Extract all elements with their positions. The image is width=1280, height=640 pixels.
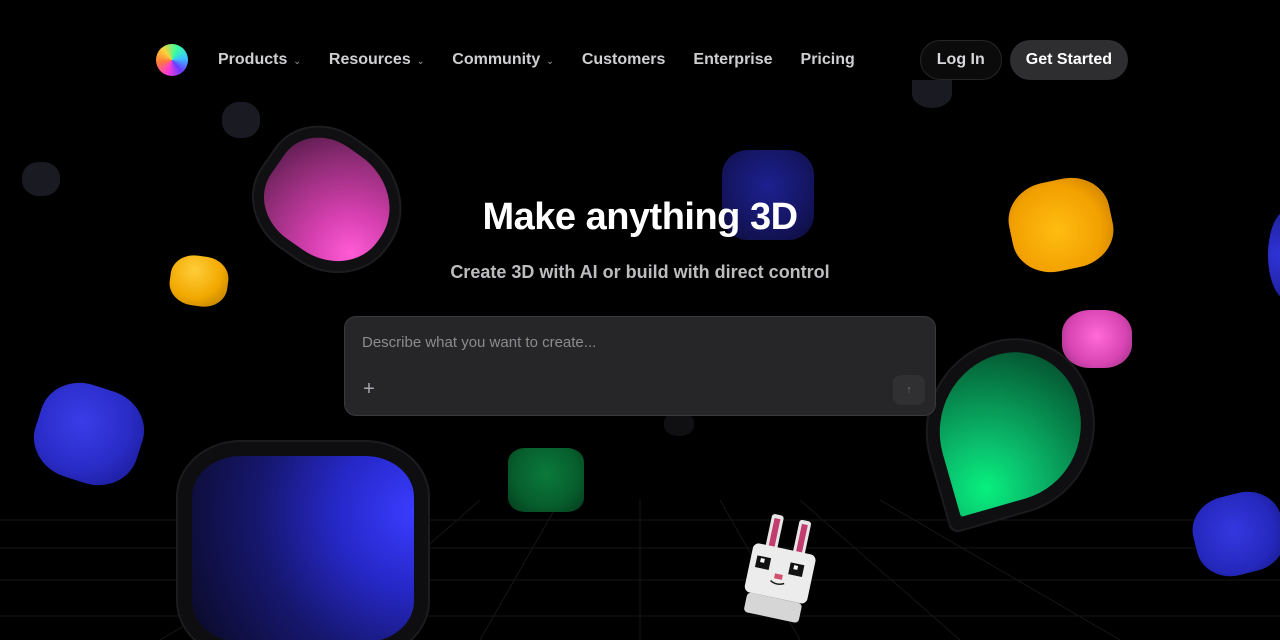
nav-item-label: Community bbox=[452, 51, 541, 68]
blue-cube-shape bbox=[192, 456, 414, 640]
bunny-character bbox=[744, 514, 816, 623]
grey-blob-shape bbox=[222, 102, 260, 138]
chevron-down-icon: ⌄ bbox=[546, 55, 554, 66]
get-started-button[interactable]: Get Started bbox=[1009, 40, 1128, 80]
nav-menu: Products ⌄ Resources ⌄ Community ⌄ Custo… bbox=[218, 51, 883, 69]
grey-blob-shape bbox=[912, 80, 952, 108]
chevron-down-icon: ⌄ bbox=[416, 55, 425, 66]
nav-item-enterprise[interactable]: Enterprise bbox=[693, 51, 772, 69]
nav-actions: Log In Get Started bbox=[919, 40, 1128, 80]
nav-item-label: Resources bbox=[328, 51, 411, 68]
prompt-box: + ↑ bbox=[344, 316, 936, 416]
grey-blob-shape bbox=[22, 162, 60, 196]
nav-item-resources[interactable]: Resources ⌄ bbox=[329, 51, 424, 69]
logo-icon[interactable] bbox=[156, 44, 188, 76]
green-cube-shape bbox=[508, 448, 584, 512]
nav-item-community[interactable]: Community ⌄ bbox=[452, 51, 554, 69]
nav-item-label: Products bbox=[218, 51, 288, 68]
arrow-up-icon: ↑ bbox=[906, 384, 912, 396]
hero-title: Make anything 3D bbox=[482, 196, 798, 238]
nav-item-label: Customers bbox=[581, 51, 666, 68]
send-button[interactable]: ↑ bbox=[893, 375, 925, 405]
login-button[interactable]: Log In bbox=[919, 40, 1002, 80]
pink-gem-shape bbox=[1062, 310, 1132, 368]
nav-item-label: Pricing bbox=[800, 51, 855, 68]
hero-subtitle: Create 3D with AI or build with direct c… bbox=[450, 262, 830, 282]
prompt-input[interactable] bbox=[362, 331, 902, 353]
nav-item-pricing[interactable]: Pricing bbox=[801, 51, 855, 69]
plus-icon[interactable]: + bbox=[359, 379, 379, 399]
nav-item-products[interactable]: Products ⌄ bbox=[218, 51, 301, 69]
nav-item-label: Enterprise bbox=[693, 51, 773, 68]
top-nav: Products ⌄ Resources ⌄ Community ⌄ Custo… bbox=[156, 40, 1128, 80]
chevron-down-icon: ⌄ bbox=[293, 55, 301, 66]
nav-item-customers[interactable]: Customers bbox=[582, 51, 666, 69]
